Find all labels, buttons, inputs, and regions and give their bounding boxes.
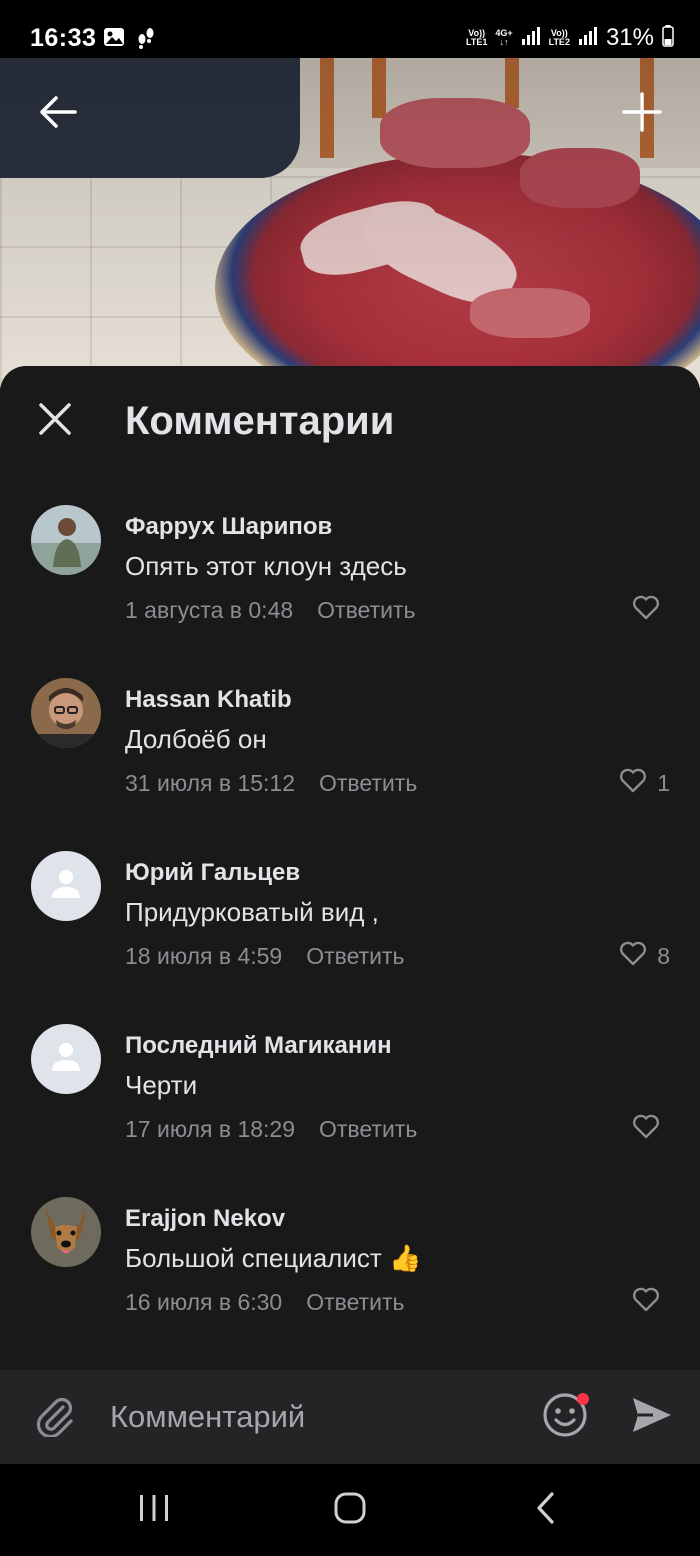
like-button[interactable] [632,1287,670,1318]
comment-author[interactable]: Фаррух Шарипов [125,513,332,541]
avatar[interactable] [31,678,101,748]
recent-apps-icon [137,1493,171,1528]
add-button[interactable] [614,86,670,142]
send-icon [629,1394,673,1441]
emoji-button[interactable] [538,1390,592,1444]
battery-icon [662,24,674,52]
comment-date: 31 июля в 15:12 [125,770,295,796]
comments-header: Комментарии [0,366,700,476]
comment-date: 16 июля в 6:30 [125,1289,283,1315]
home-button[interactable] [320,1486,380,1534]
avatar[interactable] [31,505,101,575]
like-count: 8 [657,943,670,969]
user-icon [49,867,83,906]
close-button[interactable] [30,396,80,446]
comment-date: 17 июля в 18:29 [125,1116,295,1142]
back-button[interactable] [30,86,86,142]
comment-input[interactable] [110,1392,510,1442]
avatar[interactable] [31,851,101,921]
gallery-icon [103,27,125,54]
comment-text: Придурковатый вид , [125,897,379,927]
notification-dot [577,1393,589,1405]
avatar[interactable] [31,1197,101,1267]
comments-panel: Комментарии Фаррух Шарипов Опять этот кл… [0,366,700,1466]
comment-text: Опять этот клоун здесь [125,551,407,581]
comment-author[interactable]: Hassan Khatib [125,686,292,714]
like-button[interactable] [632,595,670,626]
heart-icon [632,1287,660,1318]
user-icon [49,1040,83,1079]
signal-icon [578,26,598,50]
attach-button[interactable] [30,1392,80,1442]
plus-icon [622,91,662,137]
comment-text: Черти [125,1070,198,1100]
video-preview[interactable] [0,58,700,388]
heart-icon [619,768,647,799]
page-title: Комментарии [125,399,395,443]
comment-item: Erajjon Nekov Большой специалист 👍 16 ию… [0,1195,700,1355]
comment-text: Большой специалист 👍 [125,1243,422,1273]
arrow-left-icon [38,95,78,134]
reply-button[interactable]: Ответить [319,1116,417,1143]
recent-apps-button[interactable] [124,1486,184,1534]
send-button[interactable] [626,1392,676,1442]
heart-icon [632,1114,660,1145]
comment-item: Юрий Гальцев Придурковатый вид , 18 июля… [0,849,700,1009]
paperclip-icon [35,1393,75,1442]
comment-text: Долбоёб он [125,724,267,754]
home-icon [333,1491,367,1530]
like-count: 1 [657,770,670,796]
status-time: 16:33 [30,24,97,52]
like-button[interactable]: 1 [619,768,670,799]
comment-item: Hassan Khatib Долбоёб он 31 июля в 15:12… [0,676,700,836]
reply-button[interactable]: Ответить [306,1289,404,1316]
reply-button[interactable]: Ответить [319,770,417,797]
like-button[interactable]: 8 [619,941,670,972]
avatar[interactable] [31,1024,101,1094]
comment-item: Последний Магиканин Черти 17 июля в 18:2… [0,1022,700,1182]
footsteps-icon [135,27,157,54]
system-nav-bar [0,1464,700,1556]
heart-icon [632,595,660,626]
heart-icon [619,941,647,972]
nav-back-button[interactable] [516,1486,576,1534]
battery-level: 31% [605,24,654,51]
comment-date: 1 августа в 0:48 [125,597,294,623]
back-icon [534,1491,558,1530]
signal-icon [521,26,541,50]
comment-date: 18 июля в 4:59 [125,943,283,969]
comment-input-bar [0,1370,700,1464]
reply-button[interactable]: Ответить [317,597,415,624]
status-bar: 16:33 Vo)) LTE1 4G+ ↓↑ Vo)) LTE2 31% [0,0,700,58]
comment-author[interactable]: Последний Магиканин [125,1032,392,1060]
comment-author[interactable]: Erajjon Nekov [125,1205,285,1233]
like-button[interactable] [632,1114,670,1145]
comment-item: Фаррух Шарипов Опять этот клоун здесь 1 … [0,503,700,663]
comment-author[interactable]: Юрий Гальцев [125,859,300,887]
close-icon [38,402,72,441]
reply-button[interactable]: Ответить [306,943,404,970]
